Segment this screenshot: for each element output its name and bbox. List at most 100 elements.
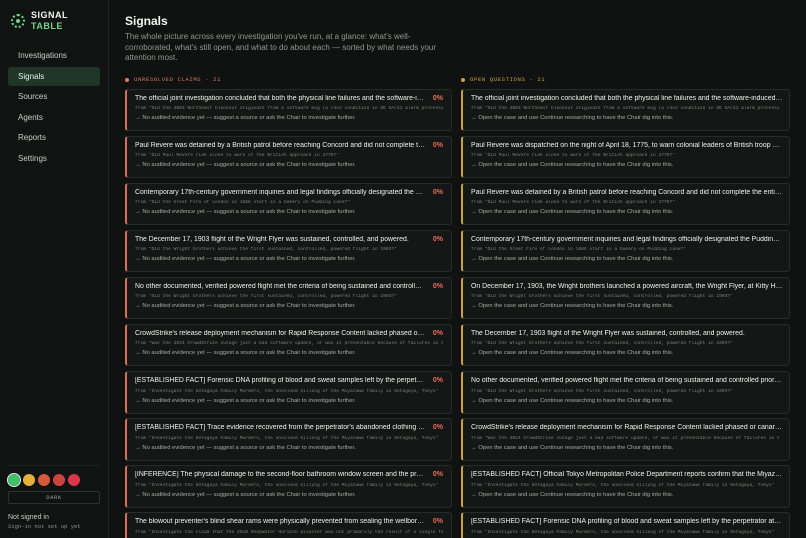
unresolved-claim-card[interactable]: [ESTABLISHED FACT] Trace evidence recove… [125, 418, 452, 461]
unresolved-claim-card[interactable]: [INFERENCE] The physical damage to the s… [125, 465, 452, 508]
theme-swatch[interactable] [23, 474, 35, 486]
card-action-hint: → No audited evidence yet — suggest a so… [135, 491, 356, 498]
open-questions-heading: OPEN QUESTIONS · 21 [461, 76, 790, 84]
card-action-hint: → No audited evidence yet — suggest a so… [135, 397, 356, 404]
card-source-question: from "Investigate the Setagaya Family Mu… [135, 435, 439, 441]
unresolved-claim-card[interactable]: No other documented, verified powered fl… [125, 276, 452, 320]
theme-swatch[interactable] [68, 474, 80, 486]
card-action-hint: → No audited evidence yet — suggest a so… [135, 256, 356, 263]
theme-swatch[interactable] [53, 474, 65, 486]
confidence-percent: 0% [432, 94, 443, 102]
open-question-card[interactable]: No other documented, verified powered fl… [461, 371, 790, 414]
brand-logo-icon [11, 14, 25, 28]
brand-line-1: SIGNAL [31, 10, 69, 20]
confidence-percent: 0% [432, 141, 443, 149]
card-action-hint: → Open the case and use Continue researc… [471, 350, 674, 357]
confidence-percent: 0% [432, 188, 443, 196]
theme-swatches [7, 473, 80, 487]
card-source-question: from "Investigate the claim that the 201… [135, 529, 443, 535]
card-source-question: from "Did the Wright brothers achieve th… [471, 341, 733, 347]
card-title: [ESTABLISHED FACT] Official Tokyo Metrop… [471, 471, 783, 479]
sidebar-item-investigations[interactable]: Investigations [8, 46, 100, 65]
card-source-question: from "Was the 2024 CrowdStrike outage ju… [135, 341, 443, 347]
sidebar-item-sources[interactable]: Sources [8, 87, 100, 106]
theme-swatch[interactable] [38, 474, 50, 486]
unresolved-claims-heading: UNRESOLVED CLAIMS · 21 [125, 76, 452, 84]
card-action-hint: → Open the case and use Continue researc… [471, 491, 674, 498]
unresolved-claim-card[interactable]: CrowdStrike's release deployment mechani… [125, 323, 452, 367]
card-source-question: from "Did Paul Revere ride alone to warn… [471, 153, 675, 159]
unresolved-claims-heading-label: UNRESOLVED CLAIMS · 21 [134, 76, 222, 83]
card-source-question: from "Investigate the Setagaya Family Mu… [471, 529, 775, 535]
card-title: [ESTABLISHED FACT] Forensic DNA profilin… [471, 518, 783, 526]
card-title: CrowdStrike's release deployment mechani… [135, 329, 425, 337]
unresolved-claim-card[interactable]: The December 17, 1903 flight of the Wrig… [125, 229, 452, 273]
card-source-question: from "Did the Wright brothers achieve th… [471, 294, 733, 300]
theme-mode-toggle[interactable]: DARK [8, 491, 100, 504]
signal-columns: UNRESOLVED CLAIMS · 21 The official join… [125, 76, 790, 538]
sidebar-item-reports[interactable]: Reports [8, 128, 100, 147]
card-title: No other documented, verified powered fl… [471, 377, 783, 385]
brand[interactable]: SIGNAL TABLE [11, 10, 100, 32]
confidence-percent: 0% [432, 471, 443, 479]
card-title: The blowout preventer's blind shear rams… [135, 518, 425, 526]
unresolved-claim-card[interactable]: Contemporary 17th-century government inq… [125, 182, 452, 226]
card-action-hint: → Open the case and use Continue researc… [471, 303, 674, 310]
open-questions-list: The official joint investigation conclud… [461, 88, 790, 538]
sidebar-divider [8, 465, 100, 466]
card-action-hint: → Open the case and use Continue researc… [471, 256, 674, 263]
card-source-question: from "Was the 2024 CrowdStrike outage ju… [471, 435, 779, 441]
app-root: SIGNAL TABLE Investigations Signals Sour… [0, 0, 806, 538]
card-title: Contemporary 17th-century government inq… [471, 235, 783, 243]
brand-line-2: TABLE [31, 21, 63, 31]
card-title: Paul Revere was dispatched on the night … [471, 141, 783, 149]
unresolved-claims-column: UNRESOLVED CLAIMS · 21 The official join… [125, 76, 452, 538]
confidence-percent: 0% [432, 235, 443, 243]
card-title: [INFERENCE] The physical damage to the s… [135, 471, 425, 479]
card-title: The official joint investigation conclud… [135, 94, 425, 102]
card-title: The December 17, 1903 flight of the Wrig… [471, 329, 745, 337]
open-questions-column: OPEN QUESTIONS · 21 The official joint i… [461, 76, 790, 538]
sidebar-item-settings[interactable]: Settings [8, 149, 100, 168]
confidence-percent: 0% [432, 329, 443, 337]
sidebar: SIGNAL TABLE Investigations Signals Sour… [0, 0, 109, 538]
unresolved-claims-list: The official joint investigation conclud… [125, 88, 452, 538]
open-question-card[interactable]: On December 17, 1903, the Wright brother… [461, 276, 790, 320]
card-action-hint: → No audited evidence yet — suggest a so… [135, 209, 356, 216]
unresolved-claim-card[interactable]: Paul Revere was detained by a British pa… [125, 135, 452, 179]
card-title: Contemporary 17th-century government inq… [135, 188, 425, 196]
status-dot-icon [461, 77, 465, 82]
open-question-card[interactable]: The official joint investigation conclud… [461, 88, 790, 131]
unresolved-claim-card[interactable]: [ESTABLISHED FACT] Forensic DNA profilin… [125, 371, 452, 414]
unresolved-claim-card[interactable]: The official joint investigation conclud… [125, 88, 452, 131]
confidence-percent: 0% [432, 424, 443, 432]
open-question-card[interactable]: [ESTABLISHED FACT] Forensic DNA profilin… [461, 512, 790, 538]
card-source-question: from "Did Paul Revere ride alone to warn… [471, 200, 675, 206]
open-question-card[interactable]: [ESTABLISHED FACT] Official Tokyo Metrop… [461, 465, 790, 508]
signin-status: Not signed in [8, 514, 49, 521]
card-action-hint: → No audited evidence yet — suggest a so… [135, 444, 356, 451]
card-title: [ESTABLISHED FACT] Forensic DNA profilin… [135, 377, 425, 385]
theme-swatch[interactable] [7, 473, 21, 487]
card-source-question: from "Investigate the Setagaya Family Mu… [135, 388, 439, 394]
main-content: Signals The whole picture across every i… [109, 0, 806, 538]
open-question-card[interactable]: The December 17, 1903 flight of the Wrig… [461, 323, 790, 367]
brand-wordmark: SIGNAL TABLE [31, 10, 68, 32]
sidebar-nav: Investigations Signals Sources Agents Re… [8, 46, 100, 168]
open-question-card[interactable]: Contemporary 17th-century government inq… [461, 229, 790, 273]
open-questions-heading-label: OPEN QUESTIONS · 21 [470, 76, 546, 83]
unresolved-claim-card[interactable]: The blowout preventer's blind shear rams… [125, 512, 452, 538]
open-question-card[interactable]: Paul Revere was dispatched on the night … [461, 135, 790, 179]
open-question-card[interactable]: Paul Revere was detained by a British pa… [461, 182, 790, 226]
sidebar-item-signals[interactable]: Signals [8, 66, 100, 86]
card-title: On December 17, 1903, the Wright brother… [471, 282, 783, 290]
card-title: CrowdStrike's release deployment mechani… [471, 424, 783, 432]
card-action-hint: → Open the case and use Continue researc… [471, 209, 674, 216]
card-source-question: from "Did Paul Revere ride alone to warn… [135, 153, 339, 159]
confidence-percent: 0% [432, 282, 443, 290]
open-question-card[interactable]: CrowdStrike's release deployment mechani… [461, 418, 790, 461]
status-dot-icon [125, 77, 129, 82]
page-description: The whole picture across every investiga… [125, 32, 437, 62]
sidebar-item-agents[interactable]: Agents [8, 108, 100, 127]
confidence-percent: 0% [432, 518, 443, 526]
